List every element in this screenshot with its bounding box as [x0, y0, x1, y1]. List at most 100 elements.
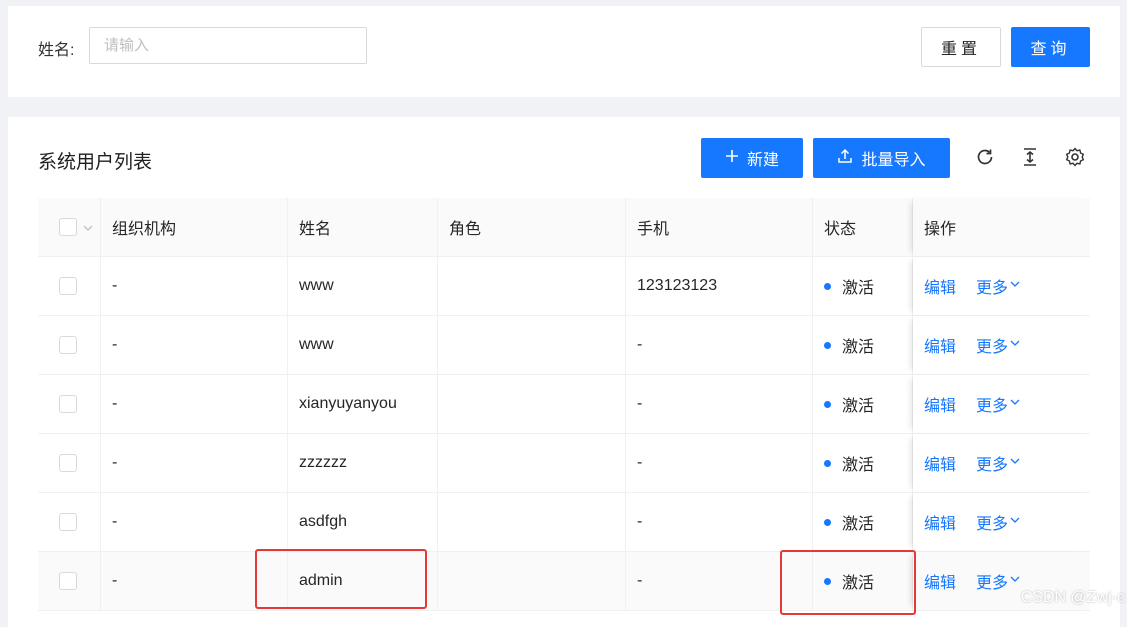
- more-dropdown[interactable]: 更多: [976, 333, 1021, 357]
- more-dropdown[interactable]: 更多: [976, 451, 1021, 475]
- chevron-down-icon[interactable]: [82, 221, 94, 233]
- status-dot-icon: [824, 459, 831, 467]
- column-height-icon[interactable]: [1019, 146, 1041, 168]
- row-checkbox[interactable]: [59, 454, 77, 472]
- org-cell: -: [101, 375, 288, 433]
- user-table: 组织机构 姓名 角色 手机 状态 操作 - www 123123123 激活 编…: [38, 198, 1090, 611]
- row-checkbox[interactable]: [59, 277, 77, 295]
- status-text: 激活: [842, 398, 875, 415]
- user-list-card: 系统用户列表 新建 批量导入 组织机构 姓名 角色 手机 状态 操作 - www…: [8, 117, 1120, 627]
- table-row: - asdfgh - 激活 编辑 更多: [38, 493, 1090, 552]
- table-row: - xianyuyanyou - 激活 编辑 更多: [38, 375, 1090, 434]
- plus-icon: [725, 149, 739, 168]
- table-row: - zzzzzz - 激活 编辑 更多: [38, 434, 1090, 493]
- row-checkbox[interactable]: [59, 395, 77, 413]
- batch-import-button[interactable]: 批量导入: [813, 138, 950, 178]
- phone-cell: -: [626, 493, 813, 551]
- chevron-down-icon: [1008, 513, 1021, 531]
- edit-link[interactable]: 编辑: [924, 392, 956, 416]
- row-checkbox[interactable]: [59, 572, 77, 590]
- role-cell: [438, 493, 626, 551]
- name-cell: www: [288, 316, 438, 374]
- name-search-input[interactable]: [89, 27, 367, 64]
- edit-link[interactable]: 编辑: [924, 569, 956, 593]
- name-cell: xianyuyanyou: [288, 375, 438, 433]
- more-label: 更多: [976, 339, 1009, 356]
- column-header-actions: 操作: [913, 198, 1090, 256]
- table-row: - www 123123123 激活 编辑 更多: [38, 257, 1090, 316]
- row-checkbox-cell: [38, 493, 101, 551]
- reload-icon[interactable]: [974, 146, 996, 168]
- name-cell: asdfgh: [288, 493, 438, 551]
- name-cell: zzzzzz: [288, 434, 438, 492]
- status-cell: 激活: [813, 375, 913, 433]
- org-cell: -: [101, 316, 288, 374]
- more-dropdown[interactable]: 更多: [976, 569, 1021, 593]
- setting-icon[interactable]: [1064, 146, 1086, 168]
- table-row: - admin - 激活 编辑 更多: [38, 552, 1090, 611]
- more-label: 更多: [976, 516, 1009, 533]
- row-checkbox-cell: [38, 375, 101, 433]
- more-dropdown[interactable]: 更多: [976, 510, 1021, 534]
- status-text: 激活: [842, 339, 875, 356]
- status-cell: 激活: [813, 434, 913, 492]
- query-button[interactable]: 查询: [1011, 27, 1090, 67]
- role-cell: [438, 316, 626, 374]
- status-dot-icon: [824, 282, 831, 290]
- edit-link[interactable]: 编辑: [924, 510, 956, 534]
- role-cell: [438, 434, 626, 492]
- more-dropdown[interactable]: 更多: [976, 392, 1021, 416]
- watermark: CSDN @Zwj-c: [1020, 589, 1125, 606]
- new-button[interactable]: 新建: [701, 138, 803, 178]
- table-header: 组织机构 姓名 角色 手机 状态 操作: [38, 198, 1090, 257]
- status-cell: 激活: [813, 493, 913, 551]
- status-dot-icon: [824, 518, 831, 526]
- actions-cell: 编辑 更多: [913, 434, 1090, 492]
- row-checkbox[interactable]: [59, 336, 77, 354]
- role-cell: [438, 257, 626, 315]
- column-header-phone: 手机: [626, 198, 813, 256]
- chevron-down-icon: [1008, 572, 1021, 590]
- phone-cell: -: [626, 434, 813, 492]
- actions-cell: 编辑 更多: [913, 316, 1090, 374]
- list-title: 系统用户列表: [38, 152, 153, 173]
- name-label: 姓名:: [38, 42, 75, 59]
- edit-link[interactable]: 编辑: [924, 451, 956, 475]
- role-cell: [438, 552, 626, 610]
- status-text: 激活: [842, 516, 875, 533]
- table-row: - www - 激活 编辑 更多: [38, 316, 1090, 375]
- select-all-cell: [38, 198, 101, 256]
- actions-cell: 编辑 更多: [913, 257, 1090, 315]
- annotation-box-name: [255, 549, 427, 609]
- row-checkbox[interactable]: [59, 513, 77, 531]
- select-all-checkbox[interactable]: [59, 218, 77, 236]
- more-label: 更多: [976, 575, 1009, 592]
- status-dot-icon: [824, 400, 831, 408]
- search-panel: 姓名: 重置 查询: [8, 6, 1120, 97]
- row-checkbox-cell: [38, 434, 101, 492]
- org-cell: -: [101, 434, 288, 492]
- more-label: 更多: [976, 280, 1009, 297]
- chevron-down-icon: [1008, 336, 1021, 354]
- org-cell: -: [101, 257, 288, 315]
- status-cell: 激活: [813, 316, 913, 374]
- edit-link[interactable]: 编辑: [924, 274, 956, 298]
- status-cell: 激活: [813, 257, 913, 315]
- status-dot-icon: [824, 341, 831, 349]
- more-dropdown[interactable]: 更多: [976, 274, 1021, 298]
- actions-cell: 编辑 更多: [913, 493, 1090, 551]
- column-header-org: 组织机构: [101, 198, 288, 256]
- new-button-label: 新建: [746, 152, 779, 169]
- row-checkbox-cell: [38, 257, 101, 315]
- status-text: 激活: [842, 457, 875, 474]
- more-label: 更多: [976, 457, 1009, 474]
- batch-import-label: 批量导入: [861, 152, 926, 169]
- name-cell: www: [288, 257, 438, 315]
- phone-cell: -: [626, 316, 813, 374]
- edit-link[interactable]: 编辑: [924, 333, 956, 357]
- reset-button[interactable]: 重置: [921, 27, 1001, 67]
- phone-cell: 123123123: [626, 257, 813, 315]
- row-checkbox-cell: [38, 316, 101, 374]
- actions-cell: 编辑 更多: [913, 375, 1090, 433]
- upload-icon: [837, 148, 853, 169]
